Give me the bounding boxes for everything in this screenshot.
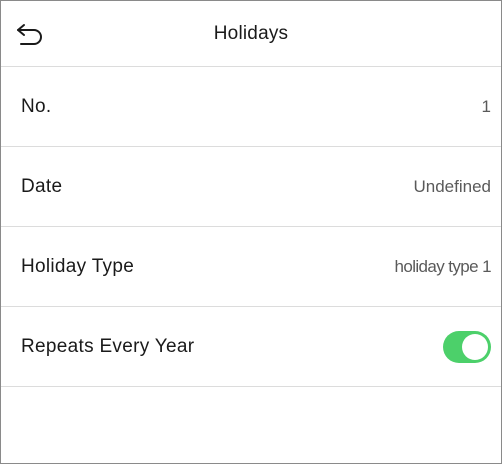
holidays-screen: Holidays No. 1 Date Undefined Holiday Ty… — [0, 0, 502, 464]
row-number-value: 1 — [481, 96, 491, 116]
row-holiday-type[interactable]: Holiday Type holiday type 1 — [1, 227, 501, 307]
row-holiday-type-label: Holiday Type — [21, 255, 135, 277]
back-arrow-icon — [17, 24, 42, 45]
row-repeats-every-year-label: Repeats Every Year — [21, 335, 195, 357]
row-holiday-type-value: holiday type 1 — [394, 256, 491, 276]
row-number[interactable]: No. 1 — [1, 67, 501, 147]
row-number-label: No. — [21, 95, 52, 117]
row-repeats-every-year: Repeats Every Year — [1, 307, 501, 387]
row-date-value: Undefined — [413, 176, 491, 196]
row-date-label: Date — [21, 175, 63, 197]
repeats-every-year-toggle[interactable] — [443, 330, 491, 363]
row-date[interactable]: Date Undefined — [1, 147, 501, 227]
page-title: Holidays — [213, 22, 289, 44]
toggle-knob — [462, 333, 488, 360]
header-bar: Holidays — [1, 1, 501, 67]
back-button[interactable] — [15, 21, 45, 47]
